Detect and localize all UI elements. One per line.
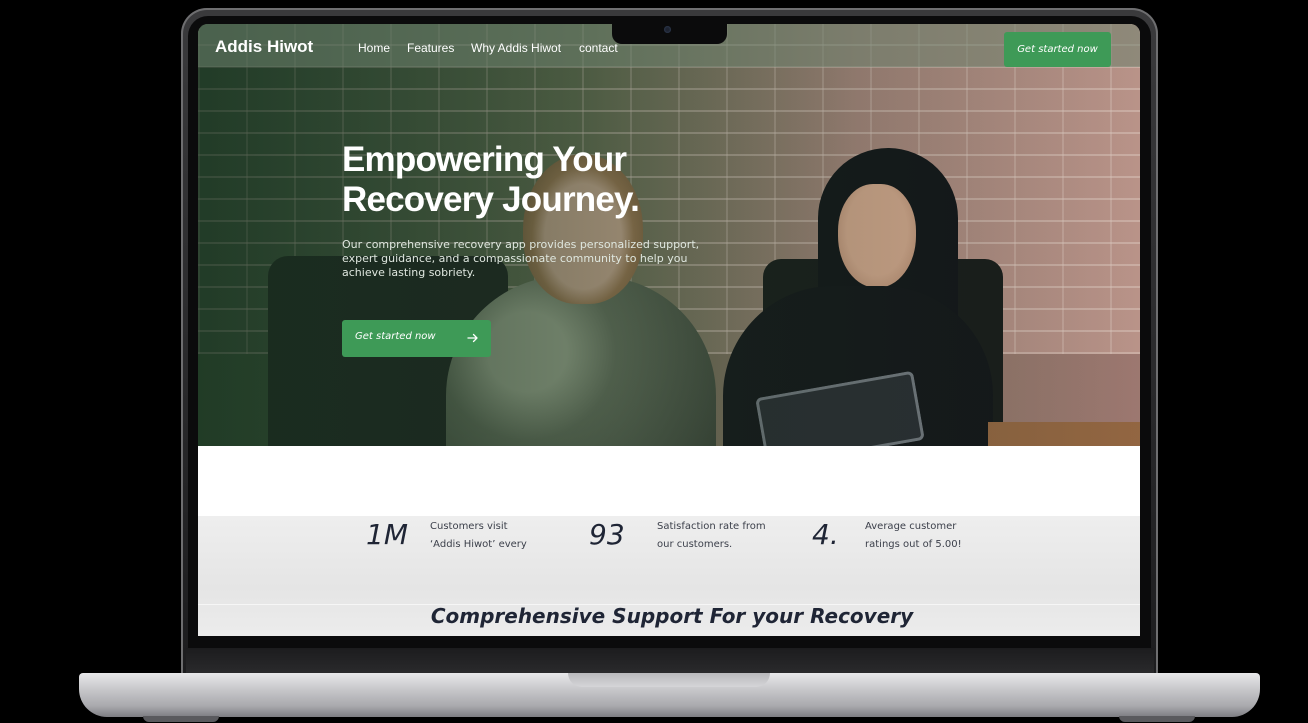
stat-text-satisfaction: Satisfaction rate from our customers. — [657, 521, 766, 550]
hero-title-line-1: Empowering Your — [342, 140, 627, 179]
stat-text-rating: Average customer ratings out of 5.00! — [865, 521, 962, 550]
stat-value-satisfaction: 93 — [589, 518, 625, 551]
spacer-band — [198, 446, 1140, 516]
section-heading: Comprehensive Support For your Recovery — [430, 604, 914, 628]
stat-text-customers: Customers visit ‘Addis Hiwot’ every — [430, 521, 527, 550]
hero-cta-label: Get started now — [355, 331, 436, 342]
hero-section: Addis Hiwot Home Features Why Addis Hiwo… — [198, 24, 1140, 446]
hero-overlay — [198, 24, 1140, 446]
laptop-chin — [186, 648, 1154, 674]
stats-section: 1M Customers visit ‘Addis Hiwot’ every 9… — [198, 516, 1140, 636]
laptop-base — [79, 673, 1260, 717]
laptop-open-notch — [568, 673, 770, 687]
nav-link-why-addis-hiwot[interactable]: Why Addis Hiwot — [471, 41, 561, 55]
hero-description: Our comprehensive recovery app provides … — [342, 238, 700, 279]
brand-logo[interactable]: Addis Hiwot — [215, 37, 313, 57]
website-screen: Addis Hiwot Home Features Why Addis Hiwo… — [198, 24, 1140, 636]
arrow-right-icon — [467, 333, 478, 343]
hero-title: Empowering Your Recovery Journey. — [342, 140, 762, 220]
nav-link-contact[interactable]: contact — [579, 41, 618, 55]
camera-notch — [612, 22, 727, 44]
hero-get-started-button[interactable]: Get started now — [342, 320, 491, 357]
nav-link-home[interactable]: Home — [358, 41, 390, 55]
stat-value-rating: 4. — [812, 518, 839, 551]
hero-title-line-2: Recovery Journey. — [342, 180, 640, 219]
nav-link-features[interactable]: Features — [407, 41, 454, 55]
laptop-foot-left — [143, 716, 219, 722]
nav-get-started-button[interactable]: Get started now — [1004, 32, 1111, 67]
laptop-foot-right — [1119, 716, 1195, 722]
camera-icon — [664, 26, 671, 33]
stat-value-customers: 1M — [366, 518, 408, 551]
